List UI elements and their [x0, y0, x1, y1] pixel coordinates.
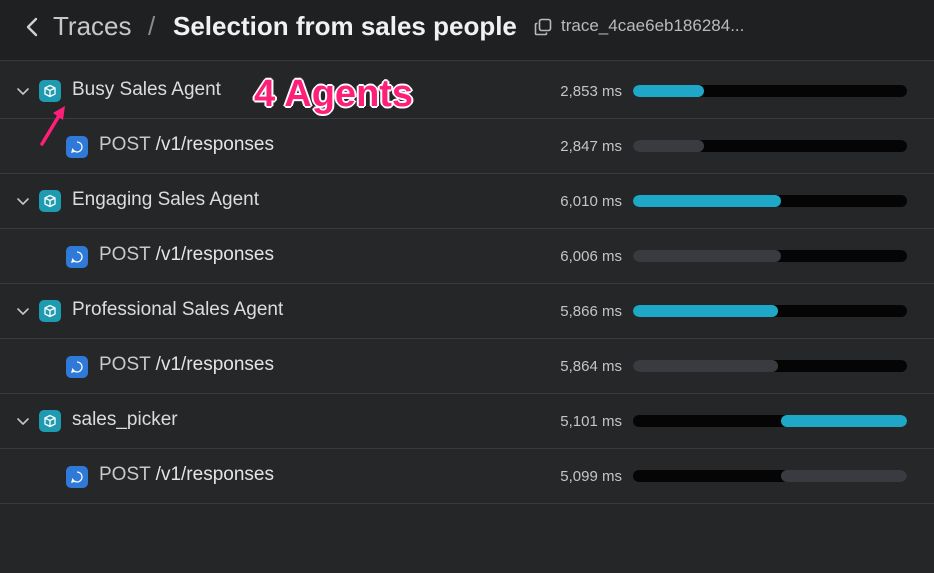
- response-chat-icon: [66, 246, 88, 268]
- response-chat-icon: [66, 466, 88, 488]
- agent-cube-icon: [39, 300, 61, 322]
- span-list: Busy Sales Agent 2,853 ms POST /v1/respons…: [0, 64, 934, 504]
- agent-cube-icon: [39, 80, 61, 102]
- timeline-track: [633, 305, 907, 317]
- timeline-bar: [633, 305, 778, 317]
- timeline-track: [633, 140, 907, 152]
- timeline-track: [633, 415, 907, 427]
- span-row-response[interactable]: POST /v1/responses 2,847 ms: [0, 119, 934, 174]
- back-button[interactable]: [22, 14, 44, 40]
- span-label[interactable]: POST /v1/responses: [99, 354, 274, 376]
- chevron-down-icon[interactable]: [15, 413, 31, 429]
- span-label[interactable]: Professional Sales Agent: [72, 299, 283, 321]
- timeline-track: [633, 250, 907, 262]
- span-duration: 6,006 ms: [560, 248, 622, 265]
- span-label[interactable]: sales_picker: [72, 409, 178, 431]
- timeline-bar: [633, 195, 781, 207]
- span-row-agent[interactable]: sales_picker 5,101 ms: [0, 394, 934, 449]
- http-method: POST: [99, 354, 151, 375]
- breadcrumb-separator: /: [148, 11, 156, 41]
- timeline-bar: [633, 250, 781, 262]
- endpoint-path: /v1/responses: [155, 354, 274, 375]
- span-duration: 5,864 ms: [560, 358, 622, 375]
- endpoint-path: /v1/responses: [155, 134, 274, 155]
- span-label[interactable]: Engaging Sales Agent: [72, 189, 259, 211]
- annotation-label: 4 Agents: [254, 73, 414, 115]
- breadcrumb-traces[interactable]: Traces: [53, 11, 132, 42]
- span-duration: 5,099 ms: [560, 468, 622, 485]
- trace-id[interactable]: trace_4cae6eb186284...: [561, 16, 744, 36]
- http-method: POST: [99, 244, 151, 265]
- endpoint-path: /v1/responses: [155, 244, 274, 265]
- span-label[interactable]: Busy Sales Agent: [72, 79, 221, 101]
- span-duration: 2,847 ms: [560, 138, 622, 155]
- chevron-left-icon: [26, 17, 38, 37]
- annotation-arrow-icon: [40, 106, 65, 146]
- agent-cube-icon: [39, 190, 61, 212]
- chevron-down-icon[interactable]: [15, 83, 31, 99]
- http-method: POST: [99, 464, 151, 485]
- timeline-bar: [633, 85, 704, 97]
- timeline-track: [633, 470, 907, 482]
- timeline-track: [633, 360, 907, 372]
- copy-trace-id-button[interactable]: [534, 18, 552, 36]
- endpoint-path: /v1/responses: [155, 464, 274, 485]
- span-row-agent[interactable]: Professional Sales Agent 5,866 ms: [0, 284, 934, 339]
- span-duration: 2,853 ms: [560, 83, 622, 100]
- span-label[interactable]: POST /v1/responses: [99, 244, 274, 266]
- timeline-bar: [633, 360, 778, 372]
- chevron-down-icon[interactable]: [15, 193, 31, 209]
- timeline-track: [633, 195, 907, 207]
- timeline-bar: [781, 470, 907, 482]
- page-title: Selection from sales people: [173, 11, 517, 41]
- span-row-response[interactable]: POST /v1/responses 5,099 ms: [0, 449, 934, 504]
- span-duration: 5,101 ms: [560, 413, 622, 430]
- timeline-track: [633, 85, 907, 97]
- copy-icon: [534, 18, 552, 36]
- timeline-bar: [633, 140, 704, 152]
- span-duration: 6,010 ms: [560, 193, 622, 210]
- span-row-agent[interactable]: Engaging Sales Agent 6,010 ms: [0, 174, 934, 229]
- timeline-bar: [781, 415, 907, 427]
- span-duration: 5,866 ms: [560, 303, 622, 320]
- span-row-response[interactable]: POST /v1/responses 5,864 ms: [0, 339, 934, 394]
- chevron-down-icon[interactable]: [15, 303, 31, 319]
- span-row-agent[interactable]: Busy Sales Agent 2,853 ms: [0, 64, 934, 119]
- span-row-response[interactable]: POST /v1/responses 6,006 ms: [0, 229, 934, 284]
- span-label[interactable]: POST /v1/responses: [99, 134, 274, 156]
- trace-header: Traces / Selection from sales people tra…: [0, 0, 934, 61]
- span-label[interactable]: POST /v1/responses: [99, 464, 274, 486]
- agent-cube-icon: [39, 410, 61, 432]
- http-method: POST: [99, 134, 151, 155]
- response-chat-icon: [66, 356, 88, 378]
